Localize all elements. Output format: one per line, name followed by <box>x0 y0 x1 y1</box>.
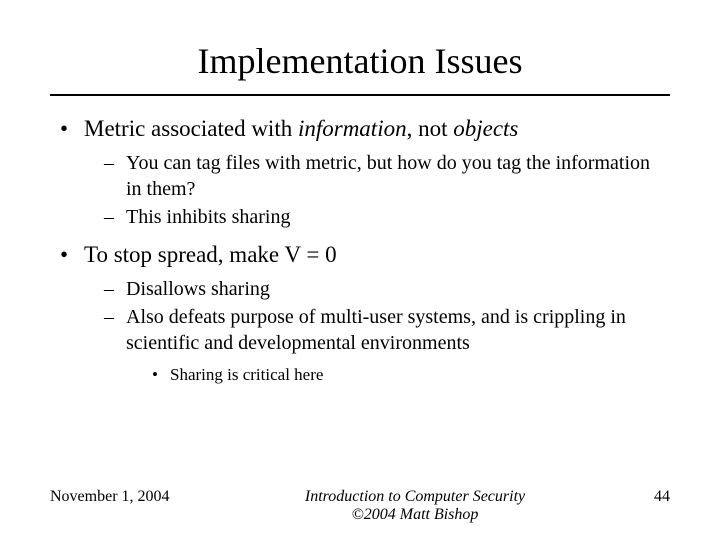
sub-bullet-2-1: Disallows sharing <box>104 276 670 302</box>
footer-center-line1: Introduction to Computer Security <box>200 488 630 506</box>
bullet-2-text: To stop spread, make V = 0 <box>84 242 337 267</box>
footer-center-line2: ©2004 Matt Bishop <box>200 506 630 524</box>
bullet-list-level3: Sharing is critical here <box>152 364 670 386</box>
bullet-list-level1: Metric associated with information, not … <box>60 114 670 386</box>
footer-center: Introduction to Computer Security ©2004 … <box>200 488 630 524</box>
bullet-list-level2-a: You can tag files with metric, but how d… <box>104 150 670 230</box>
footer-page-number: 44 <box>630 488 670 506</box>
bullet-1-italic-1: information <box>298 116 407 141</box>
slide-footer: November 1, 2004 Introduction to Compute… <box>50 488 670 524</box>
bullet-list-level2-b: Disallows sharing Also defeats purpose o… <box>104 276 670 386</box>
sub-bullet-2-2-text: Also defeats purpose of multi-user syste… <box>126 306 626 354</box>
bullet-1-text-prefix: Metric associated with <box>84 116 298 141</box>
sub-bullet-2-2: Also defeats purpose of multi-user syste… <box>104 304 670 386</box>
bullet-1-italic-2: objects <box>453 116 518 141</box>
sub-bullet-1-2: This inhibits sharing <box>104 204 670 230</box>
footer-date: November 1, 2004 <box>50 488 200 506</box>
slide-content: Metric associated with information, not … <box>50 114 670 386</box>
title-separator <box>50 94 670 96</box>
sub-bullet-1-1: You can tag files with metric, but how d… <box>104 150 670 202</box>
bullet-1-text-mid: , not <box>407 116 454 141</box>
bullet-item-1: Metric associated with information, not … <box>60 114 670 230</box>
bullet-item-2: To stop spread, make V = 0 Disallows sha… <box>60 240 670 386</box>
slide-title: Implementation Issues <box>50 40 670 82</box>
sub-sub-bullet-1: Sharing is critical here <box>152 364 670 386</box>
